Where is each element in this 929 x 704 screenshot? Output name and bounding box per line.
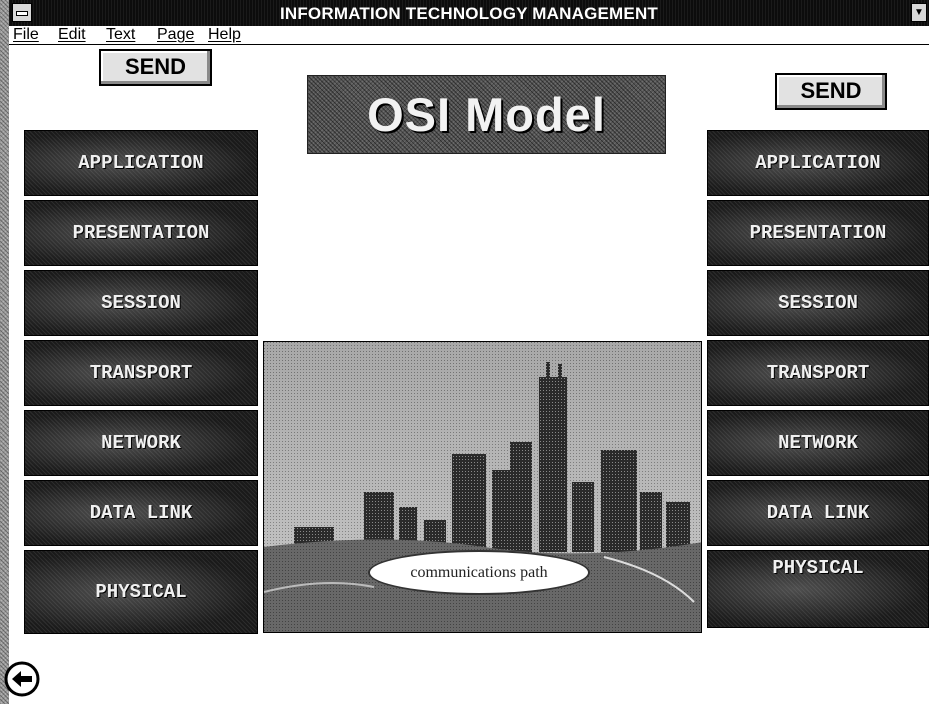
layer-label: PHYSICAL [772,557,864,579]
layer-right-session[interactable]: SESSION [707,270,929,336]
layer-left-transport[interactable]: TRANSPORT [24,340,258,406]
layer-label: NETWORK [101,432,181,454]
title-bar: INFORMATION TECHNOLOGY MANAGEMENT ▼ [9,0,929,26]
layer-left-network[interactable]: NETWORK [24,410,258,476]
send-button-right[interactable]: SEND [775,73,887,110]
layer-label: PRESENTATION [749,222,887,244]
layer-label: APPLICATION [78,152,204,174]
window-title: INFORMATION TECHNOLOGY MANAGEMENT [279,4,659,23]
menu-edit[interactable]: Edit [58,26,86,44]
layer-label: PHYSICAL [95,581,187,603]
scroll-arrow-icon[interactable]: ▼ [911,3,927,22]
layer-left-session[interactable]: SESSION [24,270,258,336]
city-skyline-image: communications path [263,341,702,633]
layer-label: PRESENTATION [72,222,210,244]
send-button-left[interactable]: SEND [99,49,212,86]
menu-file[interactable]: File [13,26,39,44]
layer-right-physical[interactable]: PHYSICAL [707,550,929,628]
layer-left-data-link[interactable]: DATA LINK [24,480,258,546]
layer-left-physical[interactable]: PHYSICAL [24,550,258,634]
layer-right-application[interactable]: APPLICATION [707,130,929,196]
back-arrow-icon[interactable] [3,660,41,698]
layer-right-presentation[interactable]: PRESENTATION [707,200,929,266]
communications-path-label: communications path [368,550,590,595]
layer-label: SESSION [101,292,181,314]
layer-left-application[interactable]: APPLICATION [24,130,258,196]
layer-label: DATA LINK [89,502,193,524]
menu-page[interactable]: Page [157,26,194,44]
layer-right-network[interactable]: NETWORK [707,410,929,476]
layer-right-data-link[interactable]: DATA LINK [707,480,929,546]
layer-label: TRANSPORT [89,362,193,384]
layer-label: TRANSPORT [766,362,870,384]
layer-right-transport[interactable]: TRANSPORT [707,340,929,406]
osi-model-banner: OSI Model [307,75,666,154]
layer-label: SESSION [778,292,858,314]
layer-label: APPLICATION [755,152,881,174]
menu-help[interactable]: Help [208,26,241,44]
page-title: OSI Model [367,88,606,141]
menu-text[interactable]: Text [106,26,135,44]
layer-label: NETWORK [778,432,858,454]
layer-left-presentation[interactable]: PRESENTATION [24,200,258,266]
menu-bar: File Edit Text Page Help [9,26,929,45]
layer-label: DATA LINK [766,502,870,524]
window-left-border [0,0,9,704]
